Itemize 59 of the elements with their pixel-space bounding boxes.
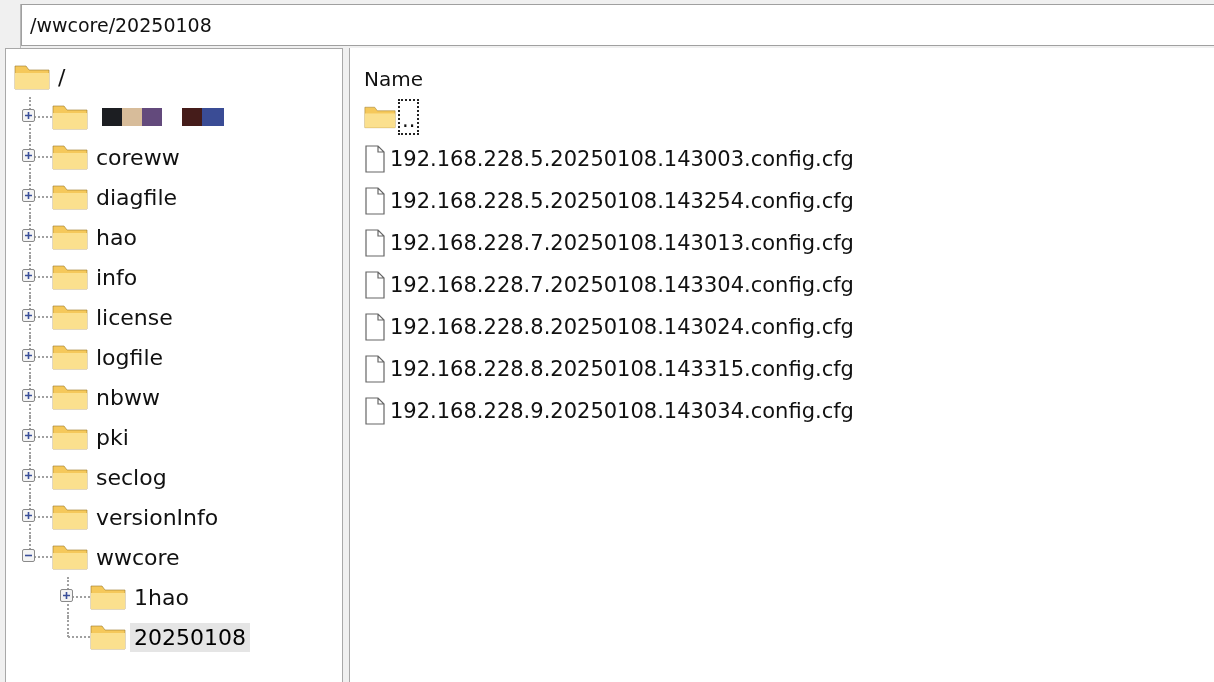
expand-button[interactable] bbox=[22, 429, 35, 442]
file-icon bbox=[364, 313, 386, 341]
folder-icon bbox=[90, 584, 126, 610]
expand-button[interactable] bbox=[22, 189, 35, 202]
folder-icon bbox=[52, 464, 88, 490]
folder-icon bbox=[52, 384, 88, 410]
file-name[interactable]: 192.168.228.7.20250108.143013.config.cfg bbox=[388, 231, 856, 255]
plus-icon bbox=[24, 311, 33, 320]
path-field[interactable]: /wwcore/20250108 bbox=[21, 4, 1214, 46]
expand-button[interactable] bbox=[22, 349, 35, 362]
column-header[interactable]: Name bbox=[364, 62, 1214, 96]
plus-icon bbox=[24, 151, 33, 160]
file-icon bbox=[364, 187, 386, 215]
folder-icon bbox=[52, 304, 88, 330]
folder-icon bbox=[90, 624, 126, 650]
folder-icon bbox=[52, 184, 88, 210]
plus-icon bbox=[24, 471, 33, 480]
expand-button[interactable] bbox=[22, 389, 35, 402]
folder-icon bbox=[52, 144, 88, 170]
folder-icon bbox=[364, 104, 396, 130]
file-icon bbox=[364, 229, 386, 257]
collapse-button[interactable] bbox=[22, 549, 35, 562]
file-name[interactable]: .. bbox=[398, 99, 420, 135]
folder-icon bbox=[14, 64, 50, 90]
expand-button[interactable] bbox=[22, 309, 35, 322]
folder-icon bbox=[52, 264, 88, 290]
tree-item[interactable]: 20250108 bbox=[130, 622, 250, 652]
plus-icon bbox=[24, 191, 33, 200]
expand-button[interactable] bbox=[22, 229, 35, 242]
expand-button[interactable] bbox=[22, 109, 35, 122]
expand-button[interactable] bbox=[22, 469, 35, 482]
expand-button[interactable] bbox=[22, 509, 35, 522]
file-name[interactable]: 192.168.228.7.20250108.143304.config.cfg bbox=[388, 273, 856, 297]
plus-icon bbox=[24, 231, 33, 240]
folder-icon bbox=[52, 104, 88, 130]
plus-icon bbox=[24, 391, 33, 400]
plus-icon bbox=[62, 591, 71, 600]
plus-icon bbox=[24, 431, 33, 440]
file-icon bbox=[364, 271, 386, 299]
file-name[interactable]: 192.168.228.5.20250108.143003.config.cfg bbox=[388, 147, 856, 171]
plus-icon bbox=[24, 111, 33, 120]
plus-icon bbox=[24, 511, 33, 520]
folder-icon bbox=[52, 504, 88, 530]
folder-icon bbox=[52, 544, 88, 570]
file-name[interactable]: 192.168.228.9.20250108.143034.config.cfg bbox=[388, 399, 856, 423]
expand-button[interactable] bbox=[60, 589, 73, 602]
file-name[interactable]: 192.168.228.8.20250108.143315.config.cfg bbox=[388, 357, 856, 381]
file-icon bbox=[364, 397, 386, 425]
plus-icon bbox=[24, 271, 33, 280]
file-icon bbox=[364, 355, 386, 383]
plus-icon bbox=[24, 351, 33, 360]
folder-icon bbox=[52, 224, 88, 250]
expand-button[interactable] bbox=[22, 149, 35, 162]
expand-button[interactable] bbox=[22, 269, 35, 282]
file-icon bbox=[364, 145, 386, 173]
file-name[interactable]: 192.168.228.5.20250108.143254.config.cfg bbox=[388, 189, 856, 213]
folder-icon bbox=[52, 424, 88, 450]
folder-icon bbox=[52, 344, 88, 370]
file-name[interactable]: 192.168.228.8.20250108.143024.config.cfg bbox=[388, 315, 856, 339]
